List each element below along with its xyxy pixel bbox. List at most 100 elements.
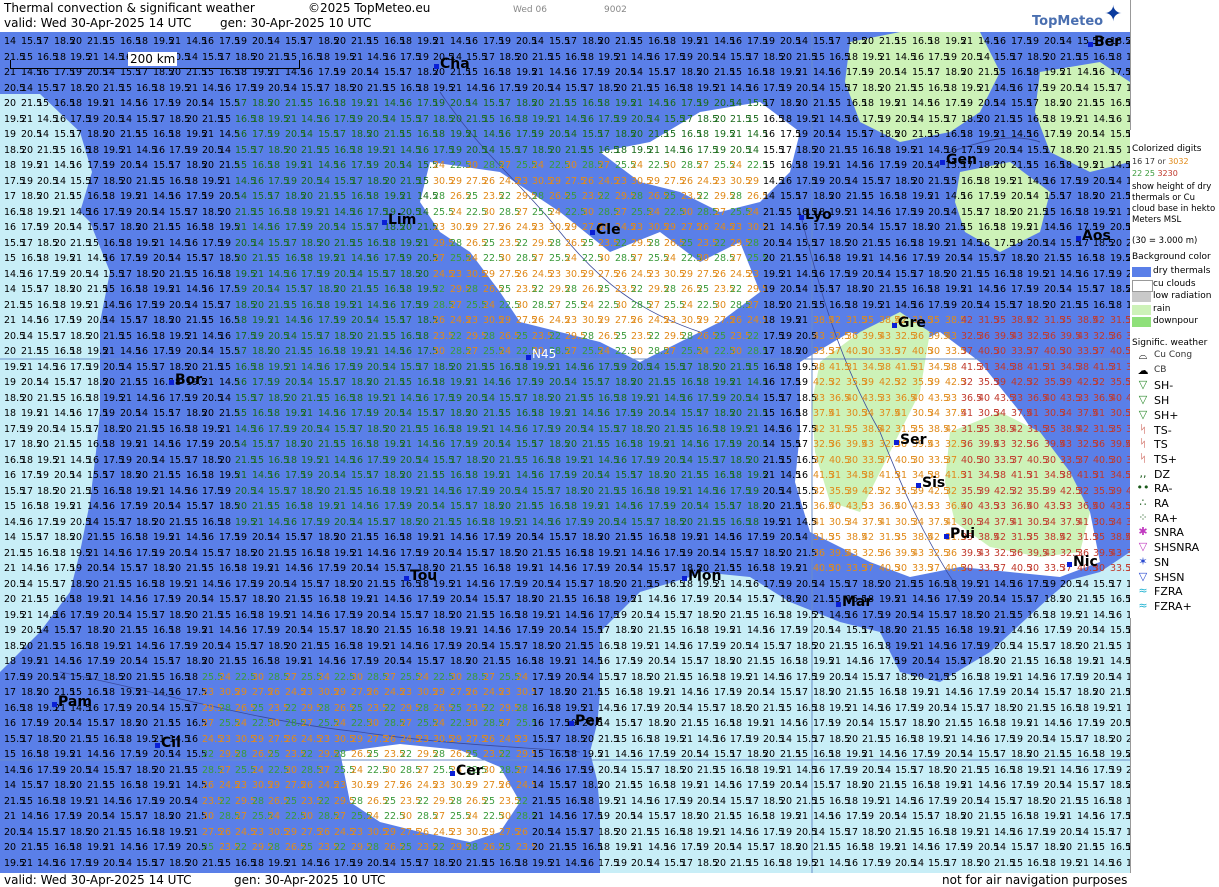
svg-text:22: 22 xyxy=(433,842,445,853)
svg-text:26: 26 xyxy=(268,687,280,698)
weather-legend-item: ⁘ RA+ xyxy=(1130,511,1219,526)
svg-text:17: 17 xyxy=(681,610,693,621)
svg-text:15: 15 xyxy=(681,424,693,435)
svg-text:20: 20 xyxy=(318,238,330,249)
svg-text:17: 17 xyxy=(351,176,363,187)
svg-text:18: 18 xyxy=(70,842,82,853)
svg-text:16: 16 xyxy=(21,517,33,528)
svg-text:21: 21 xyxy=(532,67,544,78)
svg-text:20: 20 xyxy=(186,858,198,869)
svg-text:19: 19 xyxy=(763,532,775,543)
svg-text:20: 20 xyxy=(87,83,99,94)
svg-text:28: 28 xyxy=(433,191,445,202)
svg-text:20: 20 xyxy=(879,827,891,838)
freezing-rain-heavy-icon: ≈ xyxy=(1138,598,1148,612)
svg-text:17: 17 xyxy=(928,811,940,822)
svg-text:21: 21 xyxy=(400,191,412,202)
svg-text:20: 20 xyxy=(334,284,346,295)
svg-text:21: 21 xyxy=(697,36,709,47)
svg-text:15: 15 xyxy=(945,176,957,187)
svg-text:20: 20 xyxy=(202,160,214,171)
svg-text:22: 22 xyxy=(747,331,759,342)
svg-text:14: 14 xyxy=(994,98,1006,109)
weather-legend-label: RA+ xyxy=(1154,511,1178,525)
svg-text:18: 18 xyxy=(70,594,82,605)
svg-text:21: 21 xyxy=(37,656,49,667)
svg-text:15: 15 xyxy=(37,346,49,357)
svg-text:20: 20 xyxy=(417,517,429,528)
svg-text:21: 21 xyxy=(417,238,429,249)
svg-text:17: 17 xyxy=(829,780,841,791)
svg-text:18: 18 xyxy=(499,563,511,574)
svg-text:18: 18 xyxy=(994,718,1006,729)
svg-text:20: 20 xyxy=(153,765,165,776)
svg-text:21: 21 xyxy=(169,780,181,791)
svg-text:21: 21 xyxy=(301,656,313,667)
svg-text:16: 16 xyxy=(780,424,792,435)
svg-text:15: 15 xyxy=(252,207,264,218)
svg-text:19: 19 xyxy=(829,718,841,729)
day-code: Wed 06 xyxy=(513,5,547,15)
svg-text:42: 42 xyxy=(862,532,874,543)
svg-text:14: 14 xyxy=(54,424,66,435)
svg-text:15: 15 xyxy=(21,796,33,807)
svg-text:19: 19 xyxy=(21,672,33,683)
svg-text:20: 20 xyxy=(598,36,610,47)
svg-text:16: 16 xyxy=(301,563,313,574)
valid-time: valid: Wed 30-Apr-2025 14 UTC xyxy=(4,16,192,30)
svg-text:30: 30 xyxy=(598,253,610,264)
legend-bg-label: low radiation xyxy=(1153,291,1212,302)
svg-text:18: 18 xyxy=(54,300,66,311)
svg-text:17: 17 xyxy=(219,548,231,559)
svg-text:23: 23 xyxy=(202,687,214,698)
svg-text:20: 20 xyxy=(747,703,759,714)
svg-text:21: 21 xyxy=(945,238,957,249)
svg-text:17: 17 xyxy=(153,858,165,869)
svg-text:21: 21 xyxy=(928,687,940,698)
weather-legend-item: ∴ RA xyxy=(1130,496,1219,511)
svg-text:20: 20 xyxy=(796,842,808,853)
svg-text:20: 20 xyxy=(1093,687,1105,698)
svg-text:21: 21 xyxy=(318,455,330,466)
weather-legend-item: ᛋ TS- xyxy=(1130,423,1219,438)
legend-sample-b-text: 22 25 xyxy=(1132,169,1155,178)
svg-text:35: 35 xyxy=(1093,532,1105,543)
svg-text:17: 17 xyxy=(235,594,247,605)
svg-text:18: 18 xyxy=(763,315,775,326)
svg-text:14: 14 xyxy=(120,610,132,621)
svg-text:24: 24 xyxy=(631,160,643,171)
svg-text:30: 30 xyxy=(664,160,676,171)
svg-text:21: 21 xyxy=(829,160,841,171)
svg-text:20: 20 xyxy=(549,641,561,652)
svg-text:21: 21 xyxy=(862,749,874,760)
svg-text:15: 15 xyxy=(780,207,792,218)
svg-text:30: 30 xyxy=(714,300,726,311)
svg-text:15: 15 xyxy=(598,439,610,450)
svg-text:43: 43 xyxy=(912,548,924,559)
svg-text:15: 15 xyxy=(549,52,561,63)
svg-text:28: 28 xyxy=(681,331,693,342)
svg-text:28: 28 xyxy=(532,191,544,202)
svg-text:19: 19 xyxy=(499,36,511,47)
svg-text:18: 18 xyxy=(582,52,594,63)
weather-legend-label: CB xyxy=(1154,364,1167,375)
svg-text:19: 19 xyxy=(747,486,759,497)
svg-text:18: 18 xyxy=(54,796,66,807)
weather-map[interactable]: 14 15.5 17 18.5 20 21.5 15 16.5 18 19.5 21 14.5 16 17… xyxy=(0,32,1130,873)
svg-text:25: 25 xyxy=(351,703,363,714)
svg-text:34: 34 xyxy=(1110,517,1122,528)
svg-text:16: 16 xyxy=(301,67,313,78)
svg-text:20: 20 xyxy=(829,687,841,698)
svg-text:19: 19 xyxy=(1011,734,1023,745)
svg-text:15: 15 xyxy=(1011,114,1023,125)
svg-text:20: 20 xyxy=(697,67,709,78)
svg-text:15: 15 xyxy=(318,393,330,404)
svg-text:18: 18 xyxy=(532,408,544,419)
weather-legend-label: SH+ xyxy=(1154,408,1179,422)
svg-text:14: 14 xyxy=(136,160,148,171)
svg-text:21: 21 xyxy=(664,439,676,450)
svg-text:20: 20 xyxy=(103,129,115,140)
svg-text:14: 14 xyxy=(516,486,528,497)
svg-text:38: 38 xyxy=(1011,362,1023,373)
svg-text:25: 25 xyxy=(466,749,478,760)
